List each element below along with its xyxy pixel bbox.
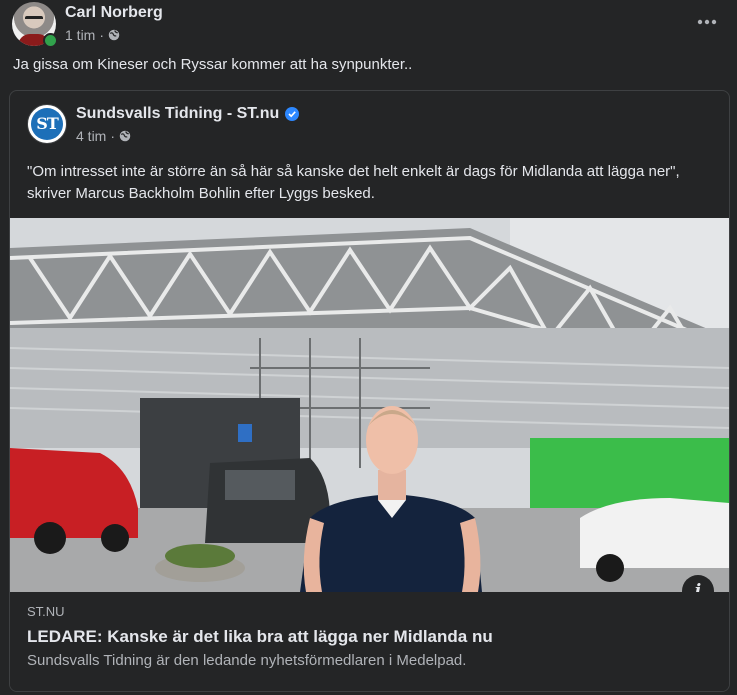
page-name-row: Sundsvalls Tidning - ST.nu [76,105,300,123]
shared-post-card[interactable]: ST Sundsvalls Tidning - ST.nu 4 tim · "O… [9,90,730,692]
link-title[interactable]: LEDARE: Kanske är det lika bra att lägga… [27,627,493,647]
globe-icon [108,29,120,41]
globe-icon [119,130,131,142]
more-horizontal-icon [697,19,717,25]
link-preview-footer[interactable]: ST.NU LEDARE: Kanske är det lika bra att… [10,592,729,691]
post-meta: 1 tim · [65,27,120,43]
verified-badge-icon [285,107,300,121]
page-logo: ST [31,108,63,140]
link-description: Sundsvalls Tidning är den ledande nyhets… [27,652,467,669]
glasses-detail [25,16,43,25]
link-domain: ST.NU [27,604,65,619]
online-status-icon [43,33,58,48]
post-header: Carl Norberg 1 tim · [0,0,737,56]
meta-separator: · [110,128,116,144]
author-name[interactable]: Carl Norberg [65,4,163,22]
page-avatar[interactable]: ST [27,104,67,144]
shared-post-text: "Om intresset inte är större än så här s… [27,163,680,202]
airport-photo [10,218,729,592]
shared-post-meta: 4 tim · [76,128,131,144]
post-text: Ja gissa om Kineser och Ryssar kommer at… [13,56,413,73]
link-preview-image[interactable]: i [10,218,729,592]
shared-post-time[interactable]: 4 tim [76,128,106,144]
page-name[interactable]: Sundsvalls Tidning - ST.nu [76,105,279,123]
meta-separator: · [99,27,105,43]
more-options-button[interactable] [695,10,719,34]
post-time[interactable]: 1 tim [65,27,95,43]
